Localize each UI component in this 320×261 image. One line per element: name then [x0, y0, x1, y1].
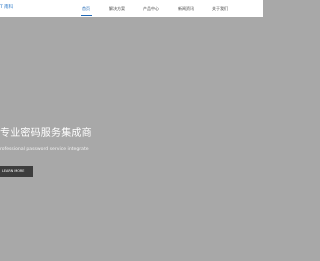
hero-title: 专业密码服务集成商 — [0, 128, 92, 139]
nav-item-solutions[interactable]: 解决方案 — [109, 6, 125, 12]
site-header: T 南科 首页 解决方案 产品中心 新闻资讯 关于我们 — [0, 0, 263, 17]
nav-item-news[interactable]: 新闻资讯 — [178, 6, 194, 12]
nav-item-products[interactable]: 产品中心 — [143, 6, 159, 12]
nav-active-indicator — [81, 15, 92, 16]
nav-item-home[interactable]: 首页 — [82, 6, 90, 12]
learn-more-button[interactable]: LEARN MORE — [0, 166, 33, 177]
nav-item-about[interactable]: 关于我们 — [212, 6, 228, 12]
hero-subtitle: rofessional password service integrate — [0, 147, 89, 152]
brand-logo-text[interactable]: T 南科 — [0, 5, 13, 11]
hero-banner: 专业密码服务集成商 rofessional password service i… — [0, 17, 263, 261]
